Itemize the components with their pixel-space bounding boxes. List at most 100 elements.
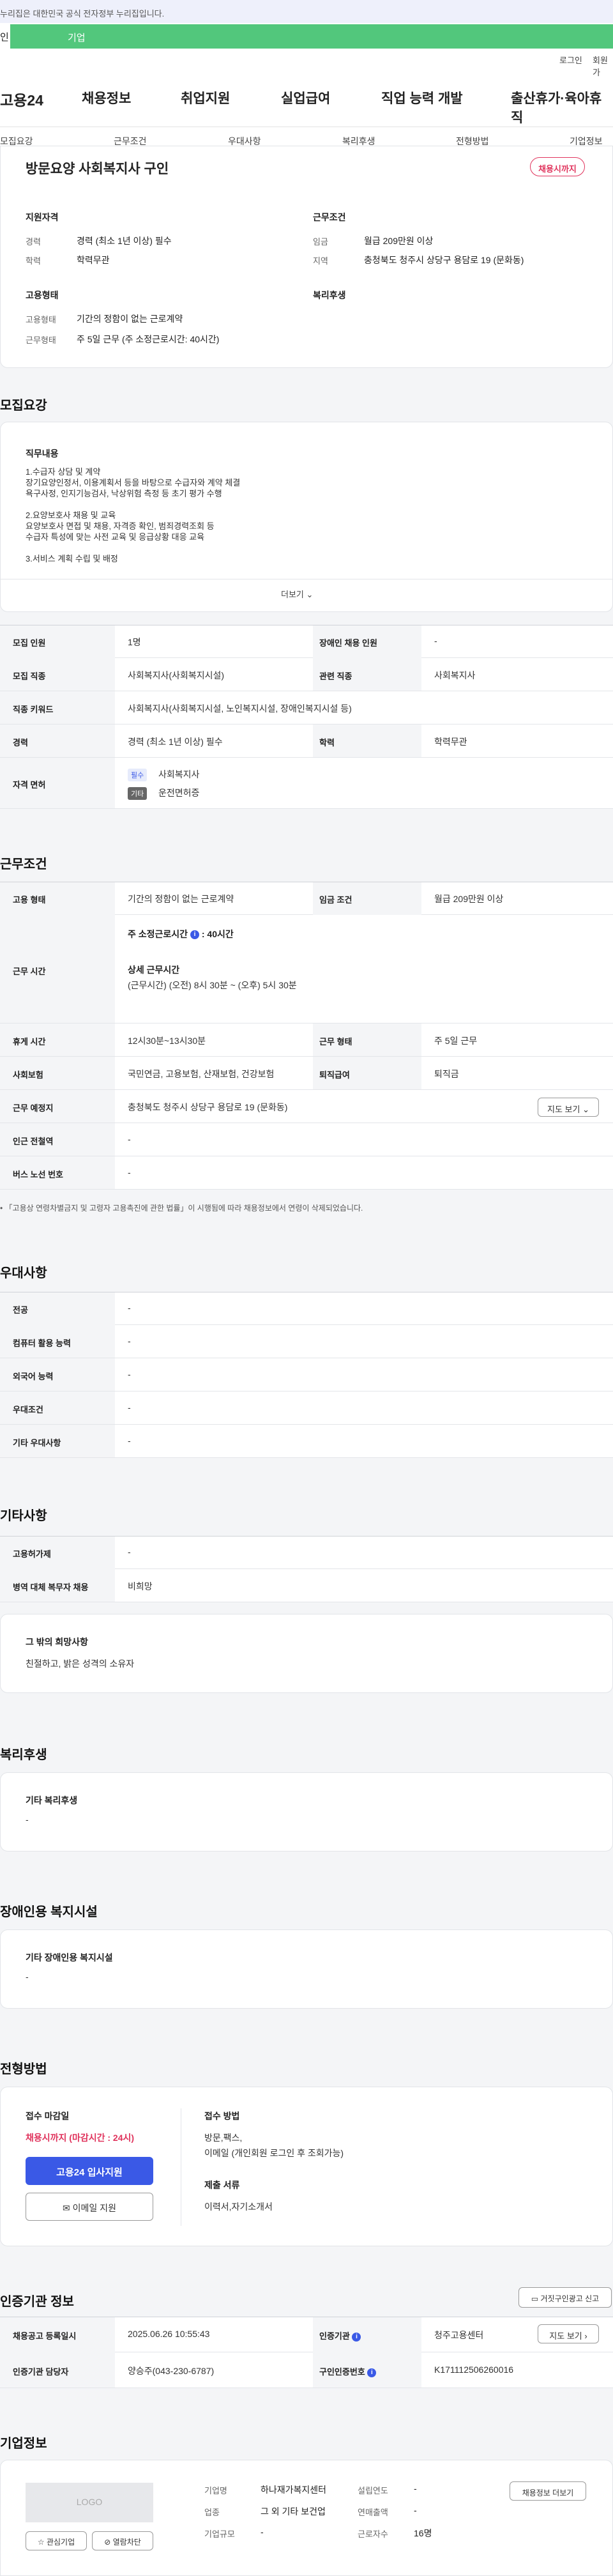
major-value: - [128,1303,131,1313]
wish-title: 그 밖의 희망사항 [26,1637,88,1647]
facility-value: - [26,1972,29,1982]
more-button[interactable]: 더보기 ⌄ [281,588,313,600]
docs-value: 이력서,자기소개서 [204,2202,273,2212]
more-jobs-button[interactable]: 채용정보 더보기 [510,2481,586,2501]
gnb-vocational-training[interactable]: 직업 능력 개발 [381,88,463,107]
emptype-label: 고용형태 [26,315,56,325]
info-icon[interactable]: i [367,2368,377,2377]
employees-label: 근로자수 [358,2529,388,2539]
pc-label: 컴퓨터 활용 능력 [13,1338,71,1348]
pref-etc-value: - [128,1436,131,1446]
agency-map-button[interactable]: 지도 보기 › [538,2324,599,2343]
duty-line: 2.요양보호사 채용 및 교육 [26,510,116,520]
hours-label: 근무 시간 [13,967,46,976]
related-label: 관련 직종 [319,671,352,681]
est-label: 설립연도 [358,2486,388,2496]
favorite-company-button[interactable]: ☆ 관심기업 [26,2531,87,2550]
lang-value: - [128,1369,131,1379]
disabled-label: 장애인 채용 인원 [319,638,377,648]
weekly-hours: 주 소정근로시간 i : 40시간 [128,929,234,940]
keyword-label: 직종 키워드 [13,705,54,714]
info-icon[interactable]: i [352,2332,361,2342]
est-value: - [414,2483,417,2494]
company-heading: 기업정보 [0,2437,47,2451]
cert-no-value: K171112506260016 [434,2365,514,2375]
block-view-button[interactable]: ⊘ 열람차단 [92,2531,153,2550]
employees-value: 16명 [414,2528,432,2538]
sales-value: - [414,2505,417,2515]
info-icon[interactable]: i [190,930,199,940]
pref-cond-label: 우대조건 [13,1405,43,1414]
edu-value: 학력무관 [77,255,110,265]
worktype-value: 주 5일 근무 (주 소정근로시간: 40시간) [77,334,220,344]
subway-label: 인근 전철역 [13,1137,54,1146]
pc-value: - [128,1336,131,1346]
gnb-job-info[interactable]: 채용정보 [82,88,131,107]
recruit-heading: 모집요강 [0,399,47,413]
tab-company[interactable]: 기업 [10,24,613,49]
keyword-value: 사회복지사(사회복지시설, 노인복지시설, 장애인복지시설 등) [128,703,352,714]
facility-card [0,1929,613,2009]
site-logo[interactable]: 고용24 [0,88,43,110]
method-line-1: 방문,팩스, [204,2133,243,2143]
break-label: 휴게 시간 [13,1037,46,1046]
insurance-value: 국민연금, 고용보험, 산재보험, 건강보험 [128,1069,275,1079]
job-value: 사회복지사(사회복지시설) [128,670,225,680]
duty-line: 3.서비스 계획 수립 및 배정 [26,554,118,564]
emptype-value: 기간의 정함이 없는 근로계약 [77,314,183,324]
duty-title: 직무내용 [26,448,59,459]
map-button-label: 지도 보기 [547,1105,580,1114]
tab-personal[interactable]: 인 [0,24,10,49]
report-button-label: 거짓구인광고 신고 [540,2294,600,2303]
wish-value: 친절하고, 밝은 성격의 소유자 [26,1659,135,1669]
lang-label: 외국어 능력 [13,1372,54,1381]
login-link[interactable]: 로그인 [559,54,582,66]
page: 누리집은 대한민국 공식 전자정부 누리집입니다. 인 기업 로그인 회원가 고… [0,0,613,2576]
career-label: 경력 [26,237,41,247]
industry-label: 업종 [204,2508,220,2517]
gov-notice-bar: 누리집은 대한민국 공식 전자정부 누리집입니다. [0,0,613,23]
apply-button[interactable]: 고용24 입사지원 [26,2157,153,2185]
size-label: 기업규모 [204,2529,235,2539]
place-value: 충청북도 청주시 상당구 용담로 19 (문화동) [128,1102,288,1112]
facility-sub: 기타 장애인용 복지시설 [26,1952,113,1963]
org-label-text: 인증기관 [319,2331,350,2341]
license-2: 운전면허증 [158,788,200,798]
qual-title: 지원자격 [26,212,59,222]
report-button[interactable]: ▭ 거짓구인광고 신고 [518,2287,612,2308]
wage-label: 임금 [313,237,328,247]
severance-value: 퇴직금 [434,1069,459,1079]
gnb-unemployment-benefit[interactable]: 실업급여 [281,88,330,107]
map-button[interactable]: 지도 보기 ⌄ [538,1098,599,1117]
permit-value: - [128,1547,131,1557]
headcount-label: 모집 인원 [13,638,46,648]
benefit-card [0,1772,613,1851]
worktype-label: 근무형태 [26,335,56,345]
other-heading: 기타사항 [0,1509,47,1523]
more-label: 더보기 [281,590,304,599]
deadline-title: 접수 마감일 [26,2111,70,2121]
selection-heading: 전형방법 [0,2062,47,2076]
duty-line [26,542,587,553]
career-value: 경력 (최소 1년 이상) 필수 [77,236,172,246]
weekly-hours-label: 주 소정근로시간 [128,929,188,939]
signup-link[interactable]: 회원가 [593,54,613,78]
bus-label: 버스 노선 번호 [13,1170,63,1179]
reg-label: 채용공고 등록일시 [13,2331,77,2341]
disabled-value: - [434,636,437,646]
gnb-parental-leave[interactable]: 출산휴가·육아휴직 [511,88,613,126]
emptype-row-value: 기간의 정함이 없는 근로계약 [128,894,234,904]
age-notice: • 「고용상 연령차별금지 및 고령자 고용촉진에 관한 법률」이 시행됨에 따… [0,1204,363,1213]
duty-line: 욕구사정, 인지기능검사, 낙상위험 측정 등 초기 평가 수행 [26,489,222,498]
benefit-heading: 복리후생 [0,1748,47,1762]
military-label: 병역 대체 복무자 채용 [13,1583,89,1592]
email-apply-button[interactable]: ✉ 이메일 지원 [26,2193,153,2221]
related-value: 사회복지사 [434,670,476,680]
pref-heading: 우대사항 [0,1266,47,1280]
agency-heading: 인증기관 정보 [0,2295,74,2309]
chevron-down-icon: ⌄ [306,590,314,599]
insurance-label: 사회보험 [13,1070,43,1080]
gnb-employment-support[interactable]: 취업지원 [181,88,230,107]
docs-title: 제출 서류 [204,2180,240,2190]
wage-row-label: 임금 조건 [319,895,352,905]
